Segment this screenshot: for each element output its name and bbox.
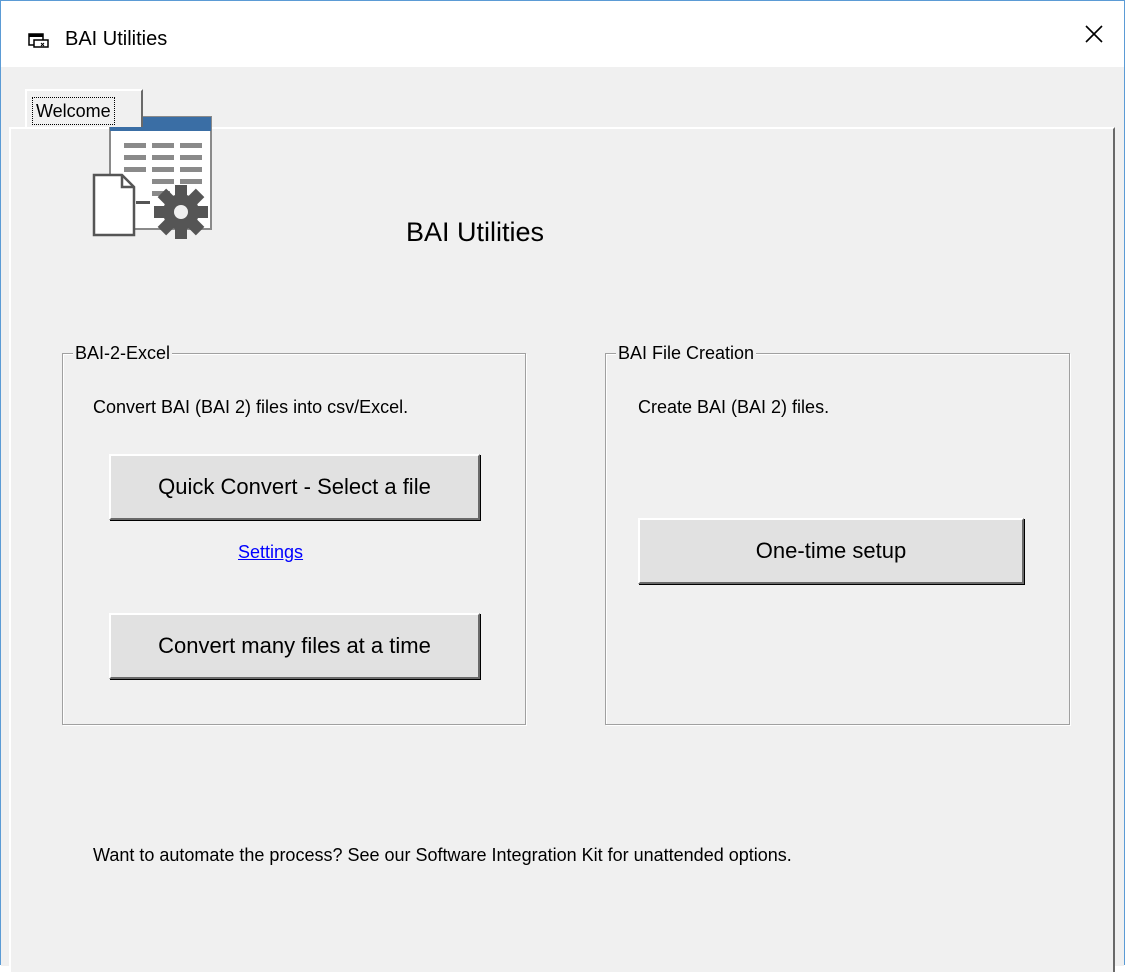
- app-window: BAI Utilities Welcome BAI Utilities BAI-…: [0, 0, 1125, 972]
- settings-link[interactable]: Settings: [238, 542, 303, 563]
- tab-welcome[interactable]: Welcome: [25, 89, 143, 127]
- file-creation-description: Create BAI (BAI 2) files.: [638, 397, 830, 417]
- file-creation-group: BAI File Creation Create BAI (BAI 2) fil…: [605, 342, 1070, 725]
- spreadsheet-gear-icon: [92, 116, 212, 239]
- welcome-heading: BAI Utilities: [406, 217, 545, 247]
- window-title: BAI Utilities: [65, 28, 168, 50]
- title-bar[interactable]: BAI Utilities: [1, 1, 1124, 67]
- bai2excel-group: BAI-2-Excel Convert BAI (BAI 2) files in…: [62, 342, 526, 725]
- app-window-icon: [28, 33, 49, 48]
- close-button[interactable]: [1064, 1, 1124, 67]
- automation-note: Want to automate the process? See our So…: [93, 845, 792, 865]
- close-icon: [1085, 25, 1103, 43]
- convert-many-button[interactable]: Convert many files at a time: [109, 613, 480, 679]
- bai2excel-group-title: BAI-2-Excel: [73, 342, 173, 364]
- bai2excel-description: Convert BAI (BAI 2) files into csv/Excel…: [93, 397, 409, 417]
- one-time-setup-button[interactable]: One-time setup: [638, 518, 1024, 584]
- quick-convert-button[interactable]: Quick Convert - Select a file: [109, 454, 480, 520]
- tab-welcome-label: Welcome: [32, 97, 115, 125]
- file-creation-group-title: BAI File Creation: [616, 342, 757, 364]
